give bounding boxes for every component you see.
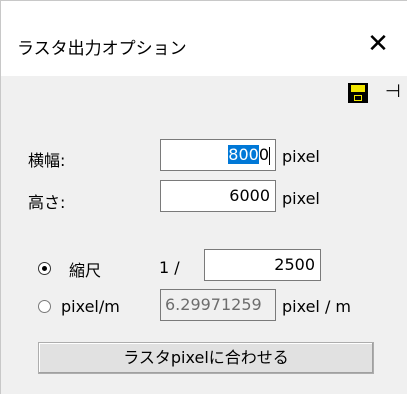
fit-raster-pixel-button[interactable]: ラスタpixelに合わせる [38, 342, 374, 374]
dialog-title: ラスタ出力オプション [17, 39, 187, 59]
width-label: 横幅: [28, 151, 66, 170]
width-value-rest: 0 [258, 145, 269, 164]
text-cursor [269, 146, 270, 165]
raster-output-dialog: ラスタ出力オプション ✕ ⊣ 横幅: 8000 pixel 高さ: 6000 p… [0, 0, 407, 394]
width-value-selected: 800 [228, 145, 259, 164]
title-bar: ラスタ出力オプション ✕ [1, 1, 407, 76]
scale-radio[interactable] [38, 262, 51, 275]
width-input[interactable]: 8000 [160, 139, 276, 171]
pixel-per-m-radio[interactable] [38, 300, 51, 313]
height-input[interactable]: 6000 [160, 180, 276, 212]
pixel-per-m-input[interactable]: 6.29971259 [160, 289, 276, 321]
height-unit: pixel [282, 189, 320, 208]
scale-label: 縮尺 [69, 261, 102, 280]
pixel-per-m-label: pixel/m [61, 297, 120, 316]
height-label: 高さ: [28, 193, 66, 212]
width-unit: pixel [282, 147, 320, 166]
close-button[interactable]: ✕ [361, 27, 395, 61]
scale-prefix: 1 / [159, 258, 180, 277]
scale-input[interactable]: 2500 [204, 249, 321, 281]
pin-icon[interactable]: ⊣ [385, 81, 401, 103]
pixel-per-m-unit: pixel / m [282, 297, 352, 316]
save-icon[interactable] [348, 83, 368, 103]
